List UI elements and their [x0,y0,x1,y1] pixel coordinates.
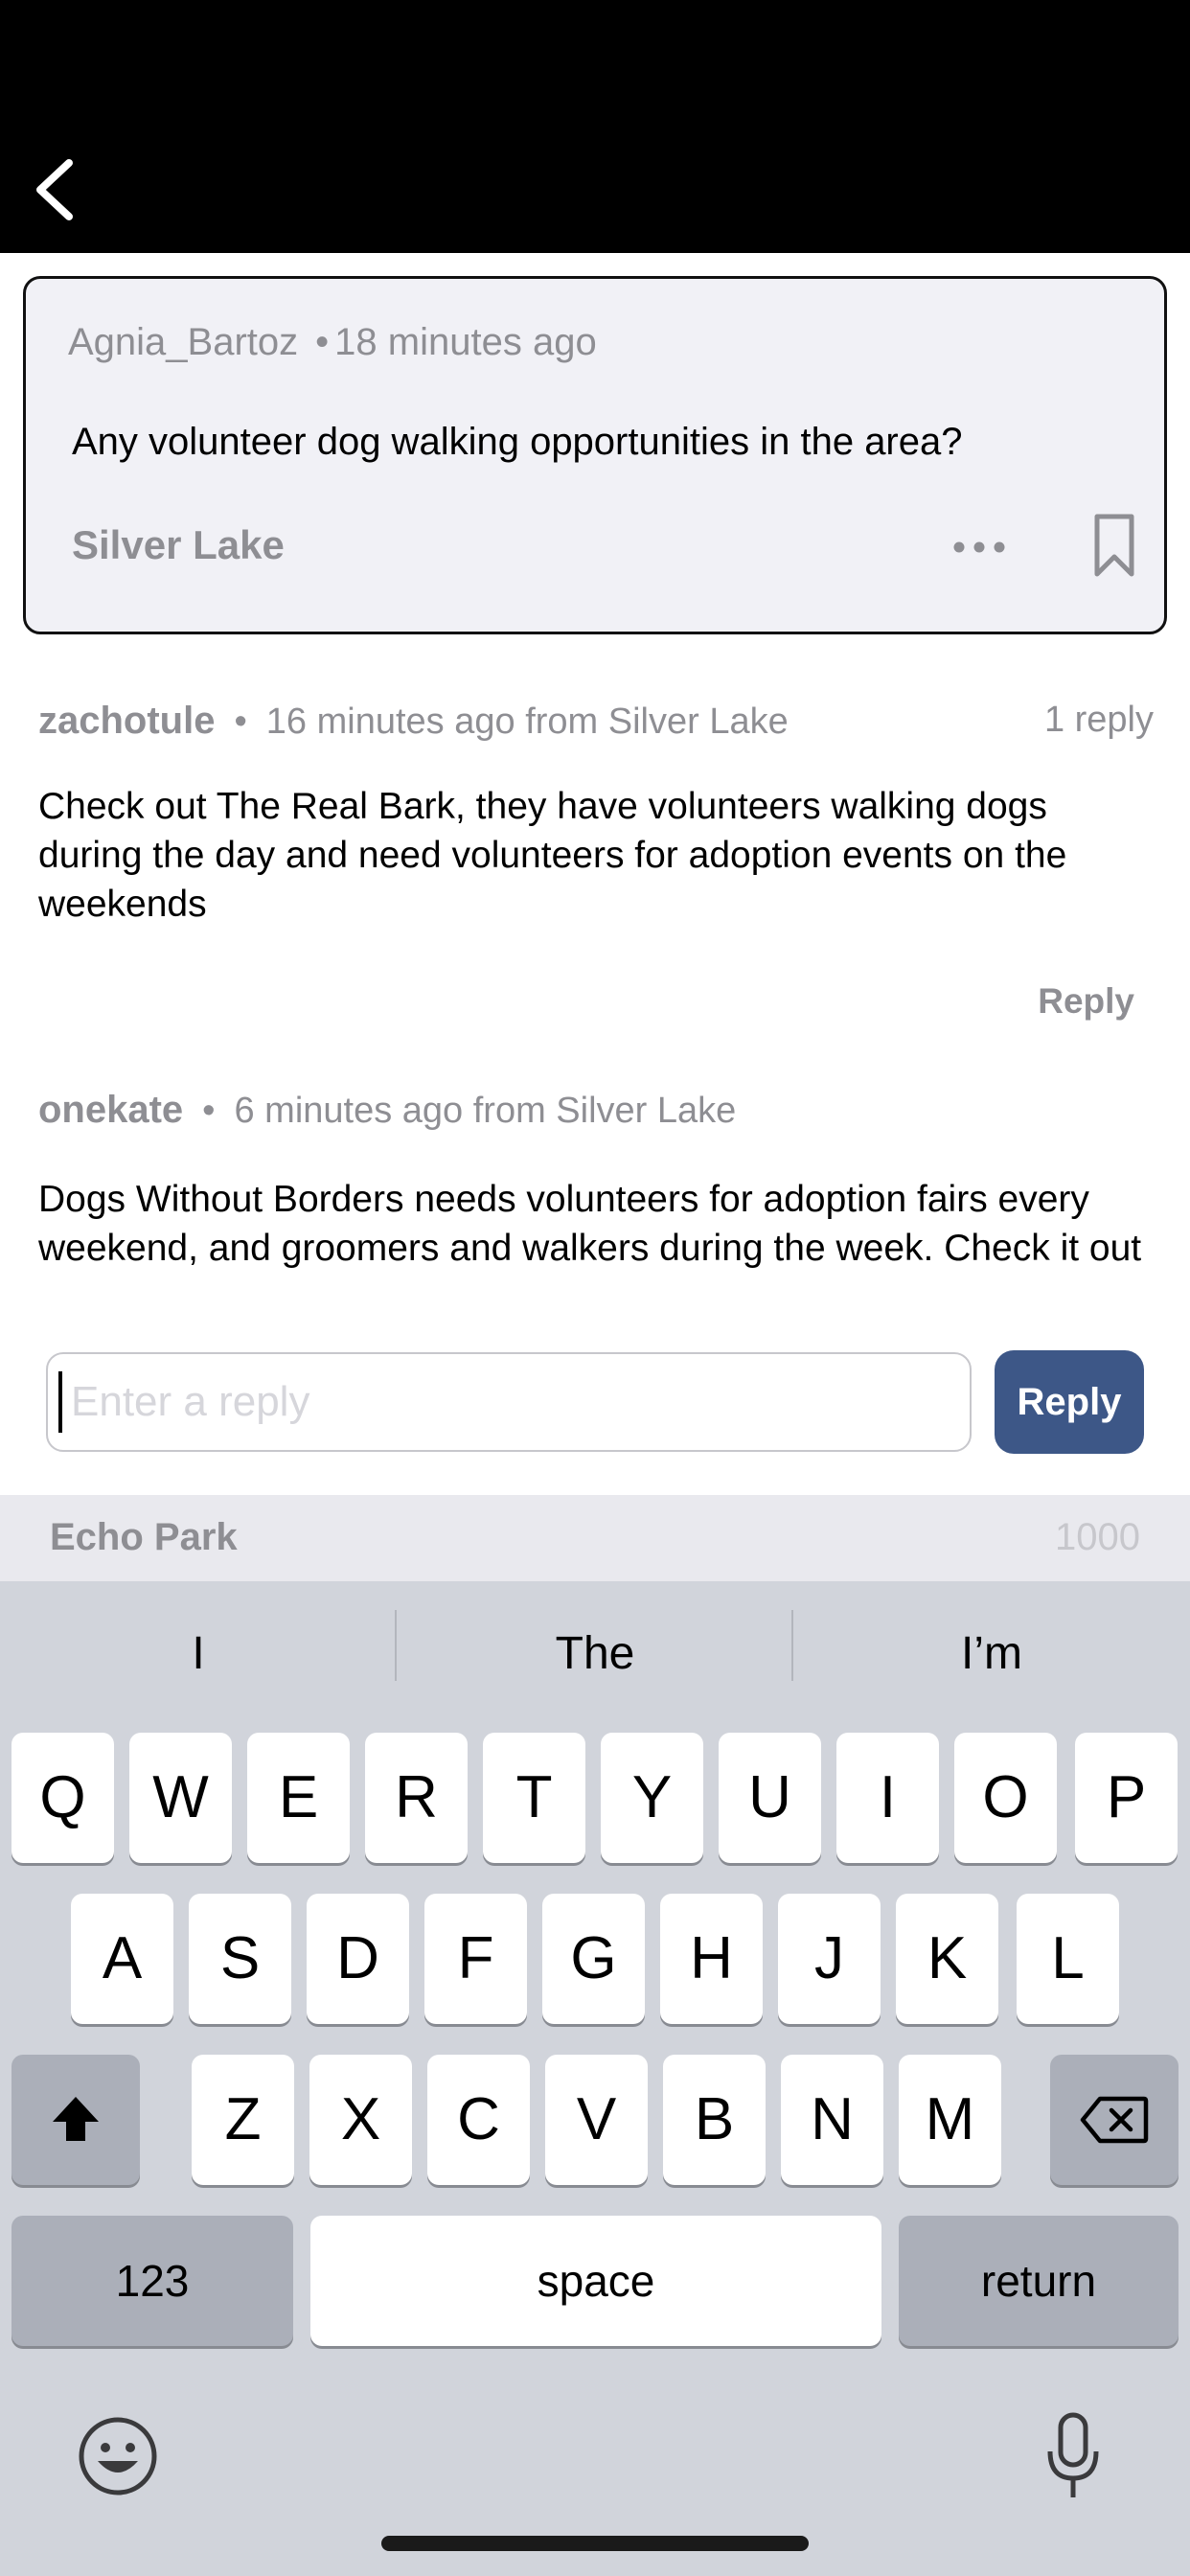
comment-meta: onekate • 6 minutes ago from Silver Lake [38,1089,736,1132]
key-k[interactable]: K [896,1894,998,2024]
bookmark-button[interactable] [1086,509,1143,582]
back-button[interactable] [27,153,88,226]
key-g[interactable]: G [542,1894,645,2024]
key-u[interactable]: U [719,1733,821,1863]
suggestion-2[interactable]: The [397,1581,793,1727]
key-l[interactable]: L [1017,1894,1119,2024]
return-key[interactable]: return [899,2216,1179,2346]
reply-count[interactable]: 1 reply [1044,700,1154,741]
key-i[interactable]: I [836,1733,939,1863]
composer-location-bar: Echo Park 1000 [0,1495,1190,1581]
comment-meta: zachotule • 16 minutes ago from Silver Lak… [38,700,789,743]
key-x[interactable]: X [309,2055,412,2185]
reply-input[interactable] [46,1352,972,1452]
delete-key[interactable] [1050,2055,1179,2185]
key-o[interactable]: O [954,1733,1057,1863]
ellipsis-icon [953,541,1005,553]
post-meta: Agnia_Bartoz • 18 minutes ago [68,321,597,364]
key-a[interactable]: A [71,1894,173,2024]
suggestion-1[interactable]: I [0,1581,397,1727]
comment-time: 16 minutes ago from Silver Lake [265,702,789,742]
comment-text: Dogs Without Borders needs volunteers fo… [38,1179,1142,1269]
key-p[interactable]: P [1075,1733,1178,1863]
key-s[interactable]: S [189,1894,291,2024]
top-bar [0,0,1190,253]
emoji-button[interactable] [77,2415,159,2497]
shift-icon [53,2097,99,2141]
meta-separator: • [315,321,330,363]
key-z[interactable]: Z [192,2055,294,2185]
post-time: 18 minutes ago [334,321,597,363]
key-f[interactable]: F [424,1894,527,2024]
dictation-button[interactable] [1044,2411,1102,2503]
text-cursor [58,1371,62,1433]
key-e[interactable]: E [247,1733,350,1863]
key-b[interactable]: B [663,2055,766,2185]
key-j[interactable]: J [778,1894,881,2024]
bookmark-icon [1094,514,1134,577]
chevron-left-icon [36,159,73,220]
key-t[interactable]: T [483,1733,585,1863]
microphone-icon [1047,2412,1099,2497]
key-q[interactable]: Q [11,1733,114,1863]
meta-separator: • [202,1091,216,1131]
key-n[interactable]: N [781,2055,883,2185]
post-author[interactable]: Agnia_Bartoz [68,321,298,363]
post-body: Any volunteer dog walking opportunities … [72,421,963,463]
comment-username[interactable]: zachotule [38,700,215,742]
submit-reply-button[interactable]: Reply [995,1350,1144,1454]
comment-username[interactable]: onekate [38,1089,183,1131]
post-location[interactable]: Silver Lake [72,522,285,568]
key-m[interactable]: M [899,2055,1001,2185]
key-v[interactable]: V [545,2055,648,2185]
numbers-key[interactable]: 123 [11,2216,293,2346]
emoji-icon [79,2417,157,2496]
key-y[interactable]: Y [601,1733,703,1863]
key-c[interactable]: C [427,2055,530,2185]
composer-location[interactable]: Echo Park [50,1516,238,1559]
reply-composer: Reply [0,1309,1190,1495]
shift-key[interactable] [11,2055,140,2185]
key-h[interactable]: H [660,1894,763,2024]
comment-time: 6 minutes ago from Silver Lake [234,1091,737,1131]
space-key[interactable]: space [310,2216,881,2346]
more-options-button[interactable] [946,518,1013,576]
key-r[interactable]: R [365,1733,468,1863]
home-indicator [381,2536,809,2551]
character-limit: 1000 [1055,1516,1140,1558]
key-d[interactable]: D [307,1894,409,2024]
backspace-icon [1080,2096,1149,2144]
meta-separator: • [234,702,247,742]
key-w[interactable]: W [129,1733,232,1863]
comment-text: Check out The Real Bark, they have volun… [38,786,1067,925]
comment-reply-button[interactable]: Reply [1038,981,1134,1022]
post-card: Agnia_Bartoz • 18 minutes ago Any voluntee… [23,276,1167,634]
suggestion-3[interactable]: I’m [793,1581,1190,1727]
